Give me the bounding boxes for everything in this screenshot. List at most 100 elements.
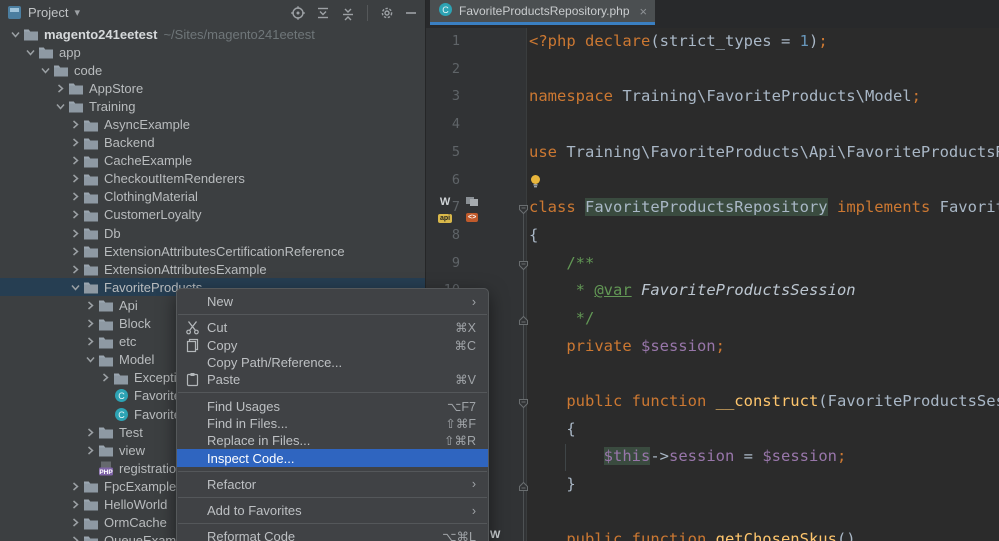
web-api-line-marker-icon[interactable]: Wapi <box>438 197 452 225</box>
fold-down-icon[interactable] <box>518 202 529 213</box>
code-line-11: */ <box>426 305 999 333</box>
code-segment: Training\FavoriteProducts\Api\FavoritePr… <box>566 143 999 161</box>
menu-item-inspect-code[interactable]: Inspect Code... <box>177 449 488 466</box>
menu-item-new[interactable]: New› <box>177 293 488 310</box>
chevron-down-icon[interactable] <box>38 65 52 76</box>
code-line-8: { <box>426 222 999 250</box>
menu-item-add-to-favorites[interactable]: Add to Favorites › <box>177 502 488 519</box>
menu-item-find-usages[interactable]: Find Usages⌥F7 <box>177 397 488 414</box>
close-tab-icon[interactable]: × <box>640 4 648 19</box>
chevron-right-icon[interactable] <box>68 119 82 130</box>
chevron-right-icon[interactable] <box>68 517 82 528</box>
web-api-line-marker-icon[interactable]: W <box>490 530 500 540</box>
tree-item-code[interactable]: code <box>0 61 425 79</box>
tree-item-label: AsyncExample <box>104 117 190 132</box>
chevron-right-icon[interactable] <box>83 445 97 456</box>
chevron-right-icon[interactable] <box>68 499 82 510</box>
menu-shortcut: ⌘C <box>454 338 476 353</box>
menu-item-reformat-code[interactable]: Reformat Code⌥⌘L <box>177 528 488 541</box>
chevron-right-icon[interactable] <box>83 318 97 329</box>
fold-down-icon[interactable] <box>518 396 529 407</box>
menu-shortcut: ⌥⌘L <box>442 529 476 541</box>
chevron-right-icon[interactable] <box>98 372 112 383</box>
tab-title: FavoriteProductsRepository.php <box>459 4 630 18</box>
collapse-all-icon[interactable] <box>340 5 356 21</box>
menu-shortcut: ⇧⌘F <box>445 416 476 431</box>
project-view-icon <box>7 5 22 20</box>
hide-panel-icon[interactable] <box>404 5 418 21</box>
chevron-down-icon[interactable]: ▾ <box>74 6 80 19</box>
code-line-17: } <box>426 471 999 499</box>
code-segment <box>529 447 604 465</box>
menu-item-cut[interactable]: Cut⌘X <box>177 319 488 336</box>
tree-item-magento241eetest[interactable]: magento241eetest~/Sites/magento241eetest <box>0 25 425 43</box>
folder-icon <box>82 190 100 204</box>
php-class-icon: C <box>438 2 453 20</box>
submenu-arrow-icon: › <box>472 504 476 518</box>
tree-item-db[interactable]: Db <box>0 224 425 242</box>
chevron-right-icon[interactable] <box>83 336 97 347</box>
xml-config-line-marker-icon[interactable]: <> <box>466 197 478 224</box>
code-segment: ; <box>716 337 725 355</box>
fold-up-icon[interactable] <box>518 479 529 490</box>
tree-item-label: FpcExample <box>104 479 176 494</box>
tree-item-customerloyalty[interactable]: CustomerLoyalty <box>0 206 425 224</box>
tree-item-extensionattributescertificationreference[interactable]: ExtensionAttributesCertificationReferenc… <box>0 242 425 260</box>
folder-icon <box>82 208 100 222</box>
menu-item-label: Refactor <box>207 477 256 492</box>
code-line-19: public function getChosenSkus() <box>426 526 999 541</box>
menu-item-label: Add to Favorites <box>207 503 302 518</box>
chevron-right-icon[interactable] <box>68 246 82 257</box>
menu-item-copy-path-reference[interactable]: Copy Path/Reference... <box>177 354 488 371</box>
folder-icon <box>22 27 40 41</box>
menu-item-paste[interactable]: Paste⌘V <box>177 371 488 388</box>
tree-item-extensionattributesexample[interactable]: ExtensionAttributesExample <box>0 260 425 278</box>
fold-up-icon[interactable] <box>518 313 529 324</box>
folder-icon <box>97 298 115 312</box>
chevron-down-icon[interactable] <box>8 29 22 40</box>
folder-icon <box>82 172 100 186</box>
chevron-right-icon[interactable] <box>68 481 82 492</box>
chevron-down-icon[interactable] <box>23 47 37 58</box>
folder-icon <box>82 516 100 530</box>
tree-item-app[interactable]: app <box>0 43 425 61</box>
code-line-3: namespace Training\FavoriteProducts\Mode… <box>426 83 999 111</box>
chevron-right-icon[interactable] <box>53 83 67 94</box>
tree-item-clothingmaterial[interactable]: ClothingMaterial <box>0 188 425 206</box>
code-segment: -> <box>650 447 669 465</box>
tree-item-cacheexample[interactable]: CacheExample <box>0 152 425 170</box>
chevron-right-icon[interactable] <box>68 173 82 184</box>
chevron-right-icon[interactable] <box>68 264 82 275</box>
chevron-right-icon[interactable] <box>83 427 97 438</box>
chevron-right-icon[interactable] <box>68 191 82 202</box>
settings-gear-icon[interactable] <box>379 5 395 21</box>
chevron-right-icon[interactable] <box>68 535 82 541</box>
menu-item-copy[interactable]: Copy⌘C <box>177 337 488 354</box>
intention-lightbulb-icon[interactable] <box>529 174 543 190</box>
chevron-right-icon[interactable] <box>83 300 97 311</box>
fold-down-icon[interactable] <box>518 258 529 269</box>
menu-item-find-in-files[interactable]: Find in Files...⇧⌘F <box>177 415 488 432</box>
tree-item-training[interactable]: Training <box>0 97 425 115</box>
tree-item-appstore[interactable]: AppStore <box>0 79 425 97</box>
tree-item-checkoutitemrenderers[interactable]: CheckoutItemRenderers <box>0 170 425 188</box>
code-line-14: public function __construct(FavoriteProd… <box>426 388 999 416</box>
chevron-down-icon[interactable] <box>68 282 82 293</box>
chevron-down-icon[interactable] <box>83 354 97 365</box>
chevron-right-icon[interactable] <box>68 228 82 239</box>
chevron-right-icon[interactable] <box>68 155 82 166</box>
menu-item-replace-in-files[interactable]: Replace in Files...⇧⌘R <box>177 432 488 449</box>
code-line-13 <box>426 360 999 388</box>
tree-item-backend[interactable]: Backend <box>0 134 425 152</box>
code-segment: FavoriteProductsRepositoryInterface <box>930 198 999 216</box>
chevron-right-icon[interactable] <box>68 137 82 148</box>
tab-favoriteproductsrepository[interactable]: C FavoriteProductsRepository.php × <box>430 0 655 25</box>
locate-file-icon[interactable] <box>290 5 306 21</box>
chevron-right-icon[interactable] <box>68 209 82 220</box>
panel-title[interactable]: Project <box>28 5 68 20</box>
tree-item-asyncexample[interactable]: AsyncExample <box>0 115 425 133</box>
menu-item-refactor[interactable]: Refactor› <box>177 476 488 493</box>
expand-all-icon[interactable] <box>315 5 331 21</box>
toolbar-divider <box>367 5 368 21</box>
chevron-down-icon[interactable] <box>53 101 67 112</box>
